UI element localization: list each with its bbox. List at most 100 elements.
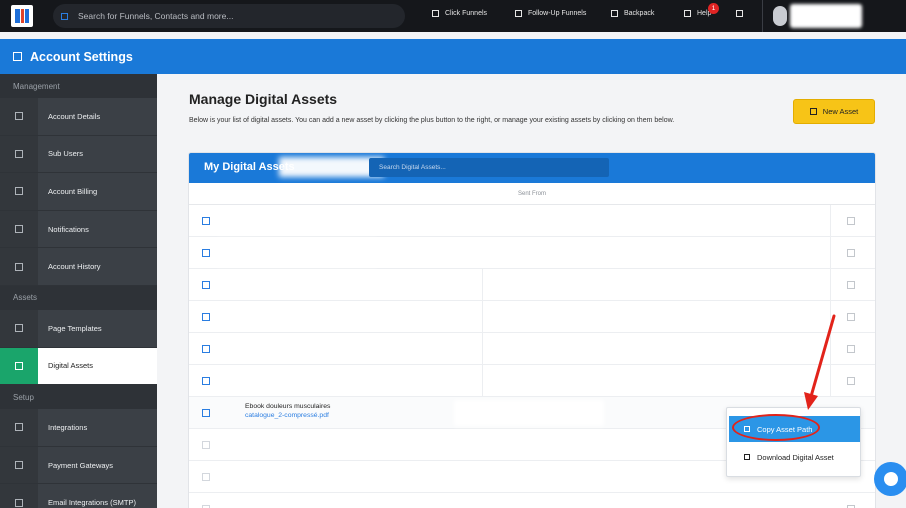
- row-action-icon[interactable]: [847, 281, 855, 289]
- asset-name: Ebook douleurs musculaires: [245, 403, 331, 410]
- row-checkbox[interactable]: [202, 249, 210, 257]
- file-icon: [15, 361, 23, 370]
- annotation-arrow-icon: [804, 314, 836, 410]
- sidebar-section-setup: Setup: [0, 385, 157, 410]
- nav-help[interactable]: Help: [684, 10, 711, 17]
- nav-follow-up-label: Follow-Up Funnels: [528, 10, 587, 17]
- backpack-icon: [611, 10, 618, 17]
- row-checkbox[interactable]: [202, 409, 210, 417]
- apps-icon: [736, 10, 743, 17]
- top-nav: Search for Funnels, Contacts and more...…: [0, 0, 906, 32]
- row-checkbox[interactable]: [202, 473, 210, 481]
- user-icon: [15, 112, 23, 121]
- nav-apps[interactable]: [736, 10, 749, 17]
- redacted-region: [217, 240, 377, 266]
- envelope-icon: [15, 498, 23, 507]
- bell-icon: [15, 225, 23, 234]
- row-action-icon[interactable]: [847, 249, 855, 257]
- sidebar-item-account-details[interactable]: Account Details: [0, 98, 157, 136]
- settings-sidebar: Management Account Details Sub Users Acc…: [0, 74, 157, 508]
- download-asset-option[interactable]: Download Digital Asset: [729, 444, 860, 470]
- sidebar-item-sub-users[interactable]: Sub Users: [0, 135, 157, 174]
- credit-card-icon: [15, 187, 23, 196]
- sidebar-item-label: Sub Users: [48, 149, 84, 159]
- sidebar-item-label: Page Templates: [48, 323, 102, 333]
- sidebar-item-label: Account Details: [48, 111, 101, 121]
- sidebar-item-label: Payment Gateways: [48, 460, 114, 470]
- page-title: Manage Digital Assets: [189, 91, 338, 107]
- sidebar-section-management: Management: [0, 74, 157, 98]
- chat-support-button[interactable]: [874, 462, 906, 496]
- user-name-redacted[interactable]: [790, 4, 862, 28]
- sidebar-item-payment-gateways[interactable]: Payment Gateways: [0, 446, 157, 485]
- global-search-placeholder: Search for Funnels, Contacts and more...: [78, 11, 234, 21]
- sidebar-item-label: Notifications: [48, 224, 89, 234]
- sidebar-item-notifications[interactable]: Notifications: [0, 210, 157, 249]
- sidebar-item-account-history[interactable]: Account History: [0, 248, 157, 286]
- row-checkbox[interactable]: [202, 377, 210, 385]
- nav-follow-up-funnels[interactable]: Follow-Up Funnels: [515, 10, 586, 17]
- funnel-icon: [432, 10, 439, 17]
- row-action-icon[interactable]: [847, 217, 855, 225]
- asset-search-input[interactable]: Search Digital Assets...: [369, 158, 609, 177]
- settings-icon: [13, 52, 22, 61]
- table-row[interactable]: [189, 365, 875, 397]
- search-icon: [61, 12, 68, 20]
- nav-click-funnels[interactable]: Click Funnels: [432, 10, 487, 17]
- table-row[interactable]: [189, 237, 875, 269]
- table-row[interactable]: [189, 333, 875, 365]
- logo-mark-icon: [15, 9, 29, 23]
- sidebar-section-assets: Assets: [0, 285, 157, 310]
- row-checkbox[interactable]: [202, 281, 210, 289]
- row-action-icon[interactable]: [847, 377, 855, 385]
- mail-icon: [515, 10, 522, 17]
- row-checkbox[interactable]: [202, 313, 210, 321]
- new-asset-button[interactable]: New Asset: [793, 99, 875, 124]
- sidebar-item-label: Integrations: [48, 422, 88, 432]
- sidebar-item-digital-assets[interactable]: Digital Assets: [0, 347, 157, 386]
- global-search-input[interactable]: Search for Funnels, Contacts and more...: [53, 4, 405, 28]
- clickfunnels-logo[interactable]: [11, 5, 33, 27]
- nav-divider: [762, 0, 763, 32]
- template-icon: [15, 324, 23, 333]
- redacted-region: [454, 400, 604, 426]
- row-checkbox[interactable]: [202, 345, 210, 353]
- plug-icon: [15, 423, 23, 432]
- annotation-circle: [732, 414, 820, 441]
- user-avatar[interactable]: [773, 6, 787, 26]
- settings-header: Account Settings: [0, 39, 906, 74]
- sidebar-item-integrations[interactable]: Integrations: [0, 409, 157, 447]
- table-row[interactable]: [189, 205, 875, 237]
- sidebar-item-email-integrations[interactable]: Email Integrations (SMTP): [0, 484, 157, 508]
- card-header: My Digital Assets Search Digital Assets.…: [189, 153, 875, 183]
- column-header-sent-from: Sent From: [189, 183, 875, 205]
- sidebar-item-account-billing[interactable]: Account Billing: [0, 173, 157, 211]
- history-icon: [15, 262, 23, 271]
- row-checkbox[interactable]: [202, 217, 210, 225]
- row-action-icon[interactable]: [847, 313, 855, 321]
- plus-icon: [809, 108, 817, 115]
- download-asset-label: Download Digital Asset: [757, 452, 834, 462]
- sidebar-item-label: Account Billing: [48, 186, 98, 196]
- row-checkbox[interactable]: [202, 441, 210, 449]
- table-row[interactable]: [189, 301, 875, 333]
- sidebar-item-label: Email Integrations (SMTP): [48, 498, 136, 508]
- nav-backpack-label: Backpack: [624, 10, 655, 17]
- row-action-icon[interactable]: [847, 345, 855, 353]
- page-description: Below is your list of digital assets. Yo…: [189, 117, 675, 124]
- table-row[interactable]: [189, 269, 875, 301]
- settings-title: Account Settings: [30, 49, 133, 64]
- asset-file-link[interactable]: catalogue_2-compressé.pdf: [245, 412, 329, 419]
- nav-backpack[interactable]: Backpack: [611, 10, 654, 17]
- nav-click-funnels-label: Click Funnels: [445, 10, 488, 17]
- new-asset-label: New Asset: [822, 107, 859, 116]
- download-icon: [744, 454, 750, 460]
- help-icon: [684, 10, 691, 17]
- sidebar-item-label: Account History: [48, 262, 101, 272]
- users-icon: [15, 149, 23, 158]
- redacted-region: [217, 208, 377, 234]
- sidebar-item-page-templates[interactable]: Page Templates: [0, 309, 157, 348]
- sidebar-item-label: Digital Assets: [48, 361, 94, 371]
- table-row[interactable]: [189, 493, 875, 508]
- payment-icon: [15, 461, 23, 470]
